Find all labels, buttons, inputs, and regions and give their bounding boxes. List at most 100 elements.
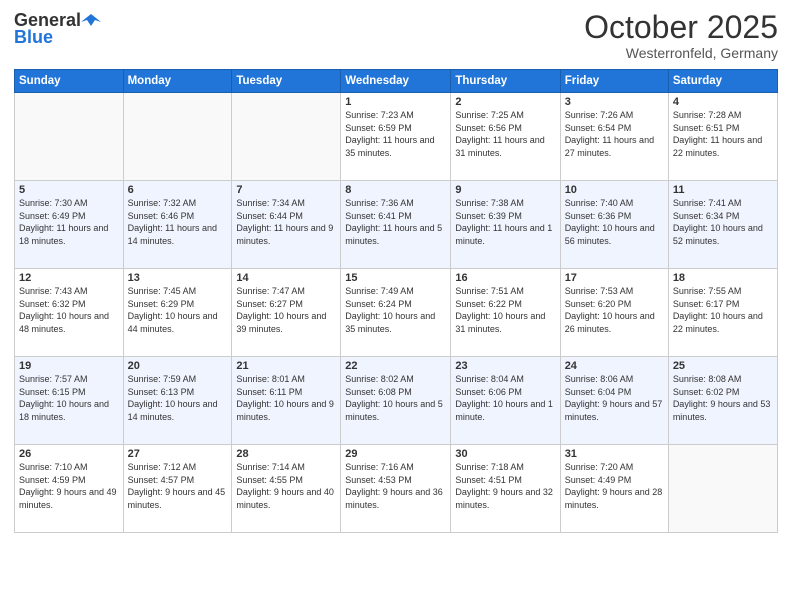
calendar-cell: 23Sunrise: 8:04 AM Sunset: 6:06 PM Dayli… (451, 357, 560, 445)
day-number: 21 (236, 360, 336, 372)
day-info: Sunrise: 7:59 AM Sunset: 6:13 PM Dayligh… (128, 373, 228, 423)
day-number: 6 (128, 184, 228, 196)
calendar-cell: 3Sunrise: 7:26 AM Sunset: 6:54 PM Daylig… (560, 93, 668, 181)
calendar-cell: 28Sunrise: 7:14 AM Sunset: 4:55 PM Dayli… (232, 445, 341, 533)
day-number: 13 (128, 272, 228, 284)
col-friday: Friday (560, 70, 668, 93)
calendar-cell: 31Sunrise: 7:20 AM Sunset: 4:49 PM Dayli… (560, 445, 668, 533)
title-block: October 2025 Westerronfeld, Germany (584, 10, 778, 61)
calendar-cell: 6Sunrise: 7:32 AM Sunset: 6:46 PM Daylig… (123, 181, 232, 269)
page-header: General Blue October 2025 Westerronfeld,… (14, 10, 778, 61)
calendar-cell: 29Sunrise: 7:16 AM Sunset: 4:53 PM Dayli… (341, 445, 451, 533)
day-info: Sunrise: 7:10 AM Sunset: 4:59 PM Dayligh… (19, 461, 119, 511)
day-number: 18 (673, 272, 773, 284)
col-tuesday: Tuesday (232, 70, 341, 93)
day-number: 28 (236, 448, 336, 460)
calendar-header-row: Sunday Monday Tuesday Wednesday Thursday… (15, 70, 778, 93)
day-number: 5 (19, 184, 119, 196)
calendar-cell: 25Sunrise: 8:08 AM Sunset: 6:02 PM Dayli… (668, 357, 777, 445)
day-number: 31 (565, 448, 664, 460)
day-number: 1 (345, 96, 446, 108)
day-info: Sunrise: 7:32 AM Sunset: 6:46 PM Dayligh… (128, 197, 228, 247)
day-number: 3 (565, 96, 664, 108)
col-monday: Monday (123, 70, 232, 93)
day-number: 25 (673, 360, 773, 372)
day-number: 23 (455, 360, 555, 372)
day-info: Sunrise: 7:18 AM Sunset: 4:51 PM Dayligh… (455, 461, 555, 511)
day-info: Sunrise: 7:23 AM Sunset: 6:59 PM Dayligh… (345, 109, 446, 159)
day-info: Sunrise: 7:57 AM Sunset: 6:15 PM Dayligh… (19, 373, 119, 423)
day-info: Sunrise: 8:04 AM Sunset: 6:06 PM Dayligh… (455, 373, 555, 423)
day-number: 16 (455, 272, 555, 284)
day-info: Sunrise: 8:08 AM Sunset: 6:02 PM Dayligh… (673, 373, 773, 423)
calendar-cell (668, 445, 777, 533)
day-number: 26 (19, 448, 119, 460)
day-info: Sunrise: 7:51 AM Sunset: 6:22 PM Dayligh… (455, 285, 555, 335)
day-info: Sunrise: 7:34 AM Sunset: 6:44 PM Dayligh… (236, 197, 336, 247)
day-number: 19 (19, 360, 119, 372)
calendar-cell: 30Sunrise: 7:18 AM Sunset: 4:51 PM Dayli… (451, 445, 560, 533)
day-info: Sunrise: 7:36 AM Sunset: 6:41 PM Dayligh… (345, 197, 446, 247)
col-sunday: Sunday (15, 70, 124, 93)
day-info: Sunrise: 8:02 AM Sunset: 6:08 PM Dayligh… (345, 373, 446, 423)
day-info: Sunrise: 7:43 AM Sunset: 6:32 PM Dayligh… (19, 285, 119, 335)
location-subtitle: Westerronfeld, Germany (584, 45, 778, 61)
calendar-cell: 17Sunrise: 7:53 AM Sunset: 6:20 PM Dayli… (560, 269, 668, 357)
day-info: Sunrise: 8:06 AM Sunset: 6:04 PM Dayligh… (565, 373, 664, 423)
day-number: 8 (345, 184, 446, 196)
calendar-cell: 27Sunrise: 7:12 AM Sunset: 4:57 PM Dayli… (123, 445, 232, 533)
calendar-cell: 5Sunrise: 7:30 AM Sunset: 6:49 PM Daylig… (15, 181, 124, 269)
logo: General Blue (14, 10, 101, 48)
calendar-cell: 14Sunrise: 7:47 AM Sunset: 6:27 PM Dayli… (232, 269, 341, 357)
day-info: Sunrise: 7:38 AM Sunset: 6:39 PM Dayligh… (455, 197, 555, 247)
calendar-cell: 21Sunrise: 8:01 AM Sunset: 6:11 PM Dayli… (232, 357, 341, 445)
month-title: October 2025 (584, 10, 778, 45)
day-number: 4 (673, 96, 773, 108)
day-number: 20 (128, 360, 228, 372)
logo-bird-icon (81, 12, 101, 30)
calendar-cell: 8Sunrise: 7:36 AM Sunset: 6:41 PM Daylig… (341, 181, 451, 269)
day-info: Sunrise: 7:12 AM Sunset: 4:57 PM Dayligh… (128, 461, 228, 511)
calendar-cell: 7Sunrise: 7:34 AM Sunset: 6:44 PM Daylig… (232, 181, 341, 269)
day-number: 22 (345, 360, 446, 372)
calendar-cell: 18Sunrise: 7:55 AM Sunset: 6:17 PM Dayli… (668, 269, 777, 357)
day-number: 17 (565, 272, 664, 284)
col-saturday: Saturday (668, 70, 777, 93)
day-number: 24 (565, 360, 664, 372)
calendar-week-2: 12Sunrise: 7:43 AM Sunset: 6:32 PM Dayli… (15, 269, 778, 357)
col-thursday: Thursday (451, 70, 560, 93)
calendar-cell: 22Sunrise: 8:02 AM Sunset: 6:08 PM Dayli… (341, 357, 451, 445)
calendar-cell: 16Sunrise: 7:51 AM Sunset: 6:22 PM Dayli… (451, 269, 560, 357)
calendar-cell: 10Sunrise: 7:40 AM Sunset: 6:36 PM Dayli… (560, 181, 668, 269)
calendar-cell (15, 93, 124, 181)
calendar-cell: 20Sunrise: 7:59 AM Sunset: 6:13 PM Dayli… (123, 357, 232, 445)
day-info: Sunrise: 7:47 AM Sunset: 6:27 PM Dayligh… (236, 285, 336, 335)
calendar-table: Sunday Monday Tuesday Wednesday Thursday… (14, 69, 778, 533)
calendar-cell: 2Sunrise: 7:25 AM Sunset: 6:56 PM Daylig… (451, 93, 560, 181)
day-info: Sunrise: 7:40 AM Sunset: 6:36 PM Dayligh… (565, 197, 664, 247)
day-info: Sunrise: 7:49 AM Sunset: 6:24 PM Dayligh… (345, 285, 446, 335)
calendar-cell: 11Sunrise: 7:41 AM Sunset: 6:34 PM Dayli… (668, 181, 777, 269)
day-info: Sunrise: 7:16 AM Sunset: 4:53 PM Dayligh… (345, 461, 446, 511)
calendar-week-0: 1Sunrise: 7:23 AM Sunset: 6:59 PM Daylig… (15, 93, 778, 181)
calendar-cell: 9Sunrise: 7:38 AM Sunset: 6:39 PM Daylig… (451, 181, 560, 269)
day-info: Sunrise: 7:55 AM Sunset: 6:17 PM Dayligh… (673, 285, 773, 335)
day-number: 30 (455, 448, 555, 460)
day-info: Sunrise: 7:53 AM Sunset: 6:20 PM Dayligh… (565, 285, 664, 335)
day-number: 10 (565, 184, 664, 196)
calendar-cell (232, 93, 341, 181)
day-info: Sunrise: 7:28 AM Sunset: 6:51 PM Dayligh… (673, 109, 773, 159)
calendar-cell: 12Sunrise: 7:43 AM Sunset: 6:32 PM Dayli… (15, 269, 124, 357)
day-number: 29 (345, 448, 446, 460)
day-number: 14 (236, 272, 336, 284)
calendar-cell: 1Sunrise: 7:23 AM Sunset: 6:59 PM Daylig… (341, 93, 451, 181)
day-info: Sunrise: 7:45 AM Sunset: 6:29 PM Dayligh… (128, 285, 228, 335)
calendar-week-4: 26Sunrise: 7:10 AM Sunset: 4:59 PM Dayli… (15, 445, 778, 533)
day-number: 27 (128, 448, 228, 460)
day-number: 7 (236, 184, 336, 196)
col-wednesday: Wednesday (341, 70, 451, 93)
calendar-cell: 15Sunrise: 7:49 AM Sunset: 6:24 PM Dayli… (341, 269, 451, 357)
logo-text-blue: Blue (14, 27, 53, 48)
day-number: 15 (345, 272, 446, 284)
day-number: 12 (19, 272, 119, 284)
